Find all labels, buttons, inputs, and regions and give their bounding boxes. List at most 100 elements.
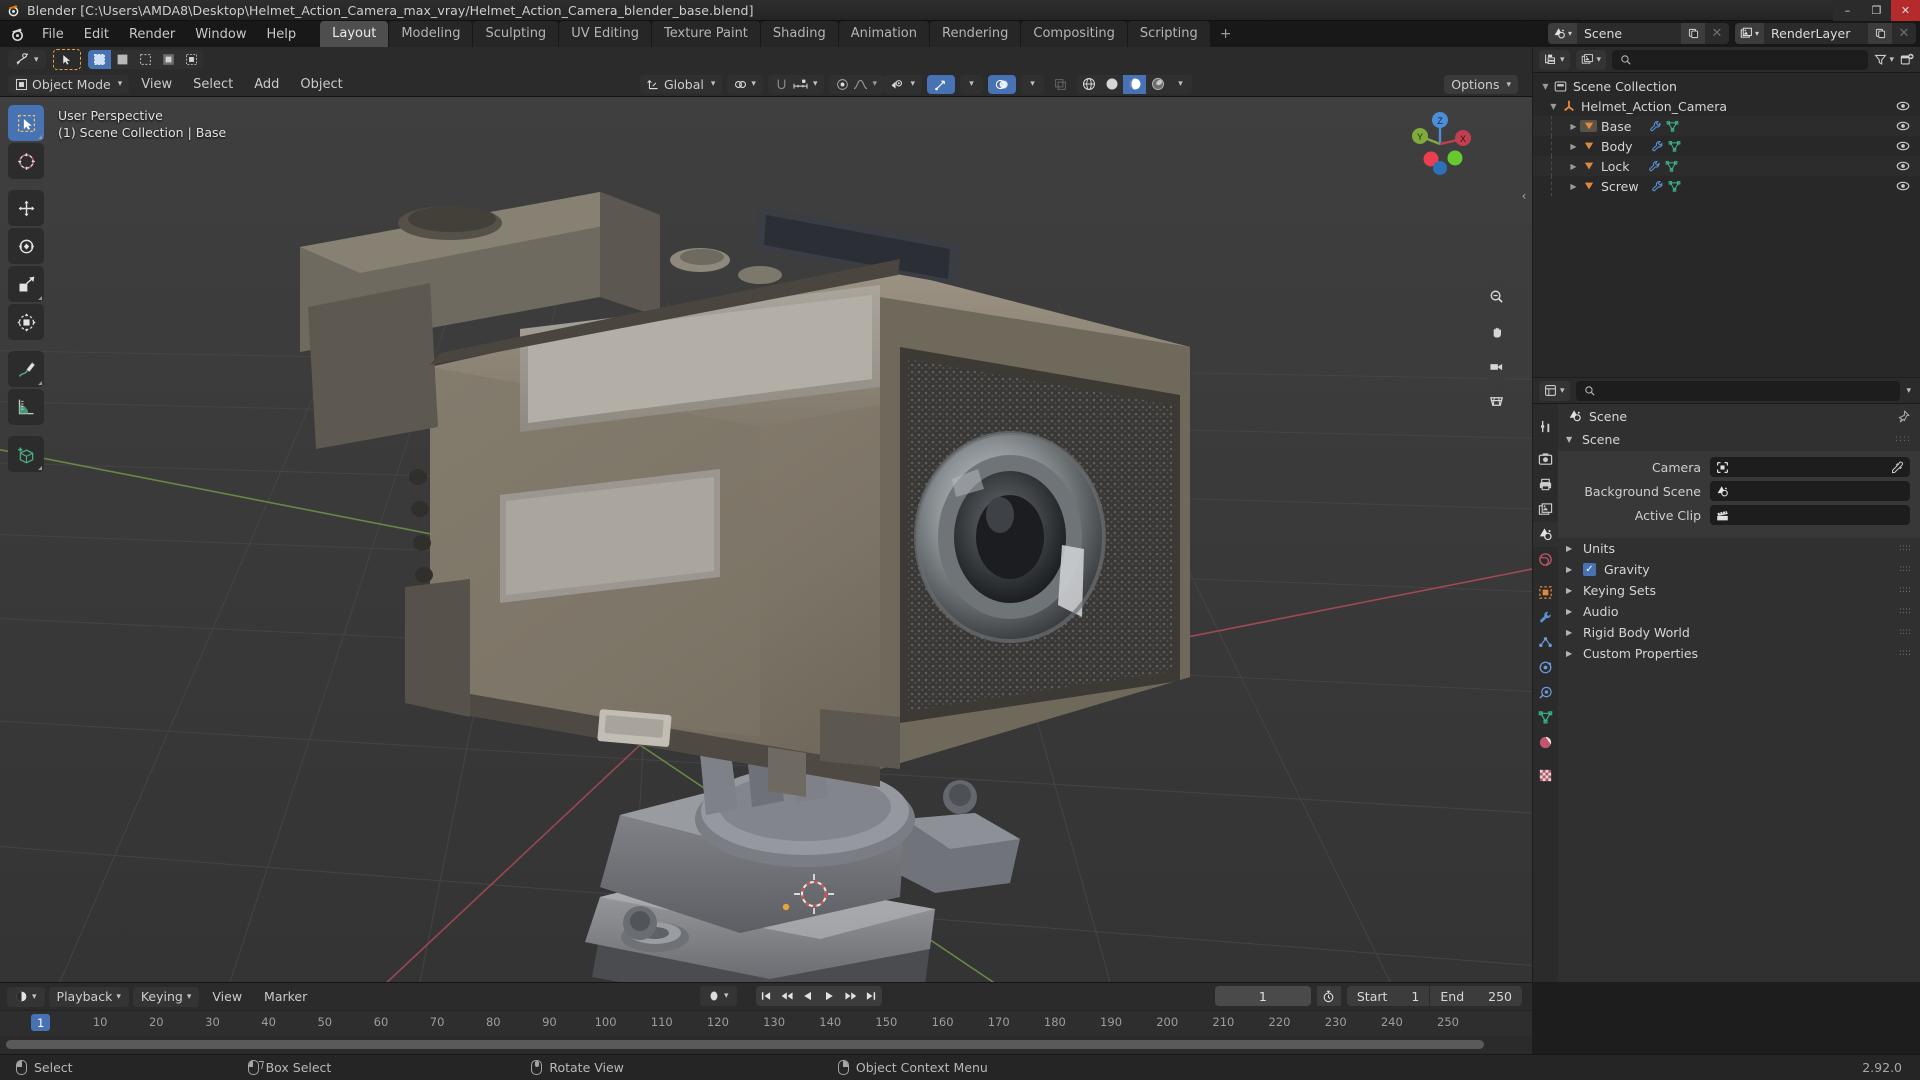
select-intersect-icon[interactable] [180,50,203,69]
timeline-playhead[interactable]: 1 [31,1014,51,1031]
menu-help[interactable]: Help [257,24,307,45]
maximize-button[interactable]: ❐ [1862,0,1891,21]
tab-modifiers[interactable] [1533,605,1558,630]
section-keying-sets[interactable]: ▶ Keying Sets :::: [1558,580,1920,601]
gizmo-dropdown[interactable]: ▾ [960,74,983,94]
jump-to-start-button[interactable] [755,986,777,1006]
timeline-menu-view[interactable]: View [203,987,251,1006]
tool-cursor[interactable] [8,143,44,179]
viewlayer-selector[interactable]: ▾ RenderLayer ✕ [1735,23,1916,44]
outliner-row-scene-collection[interactable]: ▼ Scene Collection [1533,76,1920,96]
properties-options-chevron[interactable]: ▾ [1906,386,1914,396]
snapping-group[interactable]: ▾ [767,74,825,94]
minimize-button[interactable]: – [1833,0,1862,21]
keying-menu[interactable]: Keying ▾ [132,986,200,1007]
play-reverse-button[interactable] [797,986,819,1006]
zoom-icon[interactable] [1482,282,1510,310]
visibility-eye-icon[interactable] [1896,99,1910,113]
tab-tool[interactable] [1533,414,1558,439]
section-gravity[interactable]: ▶ ✓ Gravity :::: [1558,559,1920,580]
section-custom-properties[interactable]: ▶ Custom Properties :::: [1558,643,1920,664]
viewport-menu-select[interactable]: Select [184,75,242,94]
tool-transform[interactable] [8,304,44,340]
close-button[interactable]: ✕ [1891,0,1920,21]
expand-triangle-icon[interactable]: ▶ [1567,182,1580,191]
visibility-eye-icon[interactable] [1896,179,1910,193]
visibility-eye-icon[interactable] [1896,119,1910,133]
tool-rotate[interactable] [8,228,44,264]
auto-keying-toggle[interactable]: ▾ [700,986,737,1006]
select-set-icon[interactable] [87,50,111,69]
properties-editor-type-selector[interactable]: ▾ [1539,380,1570,401]
editor-type-selector[interactable]: ▾ [7,986,45,1007]
outliner-filter-icon[interactable]: ▾ [1874,53,1894,66]
gravity-checkbox[interactable]: ✓ [1583,563,1596,576]
tab-particles[interactable] [1533,630,1558,655]
tool-annotate[interactable] [8,351,44,387]
expand-triangle-icon[interactable]: ▶ [1567,142,1580,151]
scene-copy-button[interactable] [1681,23,1705,44]
outliner-row-object-base[interactable]: ▶ Base [1533,116,1920,136]
tool-add-cube[interactable] [8,436,44,472]
tool-tweak-select-box[interactable] [8,105,44,141]
viewport-menu-view[interactable]: View [132,75,181,94]
section-audio[interactable]: ▶ Audio :::: [1558,601,1920,622]
scene-selector[interactable]: ▾ Scene ✕ [1548,23,1729,44]
workspace-tab-rendering[interactable]: Rendering [930,21,1021,47]
select-subtract-icon[interactable] [134,50,157,69]
tab-constraints[interactable] [1533,680,1558,705]
expand-triangle-icon[interactable]: ▶ [1567,122,1580,131]
expand-triangle-icon[interactable]: ▶ [1567,162,1580,171]
tool-measure[interactable] [8,389,44,425]
toggle-ortho-perspective-icon[interactable] [1482,387,1510,415]
modifier-wrench-icon[interactable] [1649,140,1666,153]
expand-triangle-icon[interactable]: ▼ [1539,82,1552,91]
menu-render[interactable]: Render [119,24,185,45]
background-scene-field[interactable] [1710,481,1910,501]
tab-render[interactable] [1533,447,1558,472]
tab-texture[interactable] [1533,763,1558,788]
menu-edit[interactable]: Edit [74,24,119,45]
workspace-tab-animation[interactable]: Animation [838,21,929,47]
mesh-data-icon[interactable] [1664,120,1681,133]
scene-unlink-button[interactable]: ✕ [1705,23,1729,44]
shading-dropdown[interactable]: ▾ [1169,75,1192,94]
outliner-search-input[interactable] [1612,49,1869,70]
viewlayer-remove-button[interactable]: ✕ [1892,23,1916,44]
mesh-data-icon[interactable] [1663,160,1680,173]
tool-move[interactable] [8,190,44,226]
timeline-ruler[interactable]: 1 10 20 30 40 50 60 70 80 90 100 110 120 130 140 150 160… [0,1010,1532,1036]
workspace-tab-sculpting[interactable]: Sculpting [473,21,559,47]
workspace-tab-shading[interactable]: Shading [760,21,838,47]
solid-shading-icon[interactable] [1100,75,1123,94]
viewport-3d-render[interactable] [0,97,1532,982]
add-workspace-button[interactable]: + [1211,22,1241,46]
tab-material[interactable] [1533,730,1558,755]
camera-field[interactable] [1710,457,1910,477]
overlays-dropdown[interactable]: ▾ [1021,74,1044,94]
select-extend-icon[interactable] [111,50,134,69]
workspace-tab-modeling[interactable]: Modeling [389,21,473,47]
pin-icon[interactable] [1897,409,1910,423]
proportional-edit-group[interactable]: ▾ [829,74,884,94]
rendered-shading-icon[interactable] [1146,75,1169,94]
workspace-tab-uv-editing[interactable]: UV Editing [559,21,652,47]
modifier-wrench-icon[interactable] [1647,120,1664,133]
panel-header-scene[interactable]: ▼ Scene :::: [1558,428,1920,451]
active-clip-field[interactable] [1710,505,1910,525]
timeline-scrollbar[interactable] [0,1038,1532,1051]
outliner-display-mode-selector[interactable]: ▾ [1575,49,1607,70]
workspace-tab-layout[interactable]: Layout [320,21,389,47]
tab-scene[interactable] [1533,522,1558,547]
modifier-wrench-icon[interactable] [1649,180,1666,193]
navigation-gizmo[interactable]: Z Y X [1400,102,1480,182]
tab-object[interactable] [1533,580,1558,605]
expand-triangle-icon[interactable]: ▼ [1547,102,1560,111]
outliner-editor-type-selector[interactable]: ▾ [1539,49,1570,70]
workspace-tab-scripting[interactable]: Scripting [1127,21,1210,47]
select-invert-icon[interactable] [157,50,180,69]
active-tool-dropdown[interactable]: ▾ [8,50,46,69]
xray-toggle[interactable] [1049,74,1072,94]
current-frame-field[interactable]: 1 [1214,986,1311,1006]
scene-name-value[interactable]: Scene [1577,23,1681,44]
